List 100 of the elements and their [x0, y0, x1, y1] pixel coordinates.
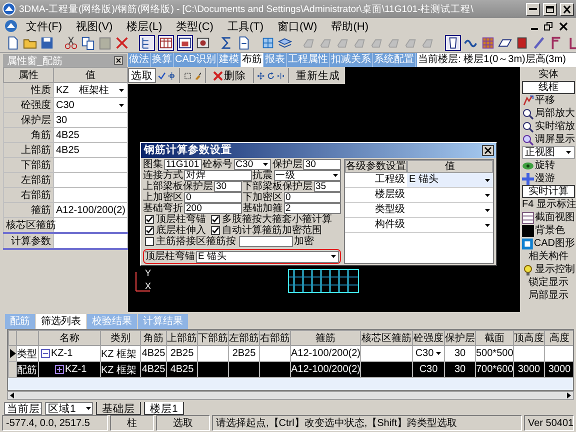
toggle-button[interactable]: 线框 [522, 81, 575, 94]
region-dropdown[interactable]: 区域1 [45, 402, 93, 415]
tool-item[interactable]: 显示控制 [522, 263, 575, 276]
scope-dropdown[interactable]: 当前层 [4, 402, 42, 415]
tool-item[interactable]: F4 显示标注 [522, 198, 575, 211]
property-value[interactable]: A12-100/200(2) [54, 202, 128, 218]
box-icon[interactable] [515, 36, 529, 50]
level-name[interactable]: 楼层级 [375, 189, 405, 201]
menu-item[interactable]: 类型(C) [170, 18, 220, 34]
floor-tab[interactable]: 楼层1 [144, 402, 184, 415]
property-dropdown[interactable]: KZ 框架柱 [54, 82, 128, 98]
close-icon[interactable] [559, 22, 568, 30]
tool-item[interactable]: 截面视图 [522, 211, 575, 224]
checkbox[interactable]: 主筋搭接区箍筋按 [143, 236, 236, 247]
tool-item[interactable]: 背景色 [522, 224, 575, 237]
maximize-button[interactable] [543, 2, 557, 16]
menu-item[interactable]: 帮助(H) [325, 18, 374, 34]
level-value-dropdown[interactable]: E 锚头 [407, 173, 493, 187]
restore-icon[interactable] [544, 22, 553, 30]
tool-item[interactable]: CAD图形 [522, 237, 575, 250]
minimize-button[interactable] [526, 2, 540, 16]
input-field[interactable]: 30 [303, 159, 341, 170]
table-icon[interactable] [159, 36, 173, 50]
save-icon[interactable] [40, 36, 54, 50]
menu-item[interactable]: 视图(V) [70, 18, 119, 34]
menu-item[interactable]: 文件(F) [20, 18, 68, 34]
checkbox[interactable]: 多肢箍按大箍套小箍计算 [209, 214, 332, 225]
tool-item[interactable]: 漫游 [522, 172, 575, 185]
expand-icon[interactable] [55, 365, 64, 374]
dropdown-field[interactable]: 一级 [274, 170, 341, 181]
brush-icon[interactable] [194, 70, 202, 82]
property-name[interactable]: 砼强度 [4, 98, 54, 112]
input-field[interactable]: 0 [184, 192, 242, 203]
property-name[interactable]: 性质 [4, 82, 54, 98]
input-field[interactable]: 0 [284, 192, 341, 203]
scissors-icon[interactable] [64, 36, 78, 50]
property-value[interactable]: 4B25 [54, 142, 128, 158]
minimize-icon[interactable] [531, 28, 538, 30]
property-value[interactable]: 4B25 [54, 128, 128, 142]
property-name[interactable]: 箍筋 [4, 202, 54, 218]
input-field[interactable]: 35 [314, 181, 341, 192]
checkbox[interactable]: 顶层柱弯锚 [143, 214, 206, 225]
checkbox[interactable]: 自动计算箍筋加密范围 [209, 225, 322, 236]
app-logo-icon[interactable] [4, 19, 18, 33]
document-icon[interactable] [6, 36, 20, 50]
clipboard-icon[interactable] [98, 36, 112, 50]
property-name[interactable]: 计算参数 [4, 233, 54, 249]
input-field[interactable] [239, 236, 293, 247]
input-field[interactable]: 2 [284, 203, 341, 214]
dropdown-field[interactable]: 11G101 [164, 159, 202, 170]
property-value[interactable]: 30 [54, 112, 128, 128]
toggle-button[interactable]: 实时计算 [522, 185, 575, 198]
level-name[interactable]: 类型级 [375, 204, 405, 216]
property-dropdown[interactable]: C30 [54, 98, 128, 112]
view-dropdown[interactable]: 正视图 [522, 146, 575, 159]
tool-item[interactable]: 局部放大 [522, 107, 575, 120]
menu-item[interactable]: 工具(T) [221, 18, 270, 34]
grid-icon[interactable] [261, 36, 275, 50]
property-name[interactable]: 上部筋 [4, 142, 54, 158]
tool-item[interactable]: 调屏显示 [522, 133, 575, 146]
close-icon[interactable] [482, 145, 494, 156]
tool-item[interactable]: 实时缩放 [522, 120, 575, 133]
property-name[interactable]: 左部筋 [4, 172, 54, 188]
input-field[interactable]: 对焊 [184, 170, 252, 181]
property-name[interactable]: 右部筋 [4, 188, 54, 202]
layers-icon[interactable] [278, 36, 292, 50]
property-name[interactable]: 保护层 [4, 112, 54, 128]
level-name[interactable]: 构件级 [375, 219, 405, 231]
property-name[interactable]: 角筋 [4, 128, 54, 142]
level-name[interactable]: 工程级 [375, 174, 405, 186]
checkbox[interactable]: 底层柱伸入 [143, 225, 206, 236]
grid-icon[interactable] [481, 36, 495, 50]
delete-icon[interactable] [115, 36, 129, 50]
horizontal-scrollbar[interactable] [7, 391, 574, 400]
crosshair-icon[interactable] [168, 70, 176, 82]
move-arrows-icon[interactable] [257, 70, 266, 82]
menu-item[interactable]: 楼层(L) [120, 18, 168, 34]
dropdown-field[interactable]: E 锚头 [196, 250, 339, 262]
select-button[interactable]: 选取 [128, 68, 156, 83]
input-field[interactable]: 200 [184, 203, 242, 214]
module-tab[interactable]: 布筋 [241, 53, 264, 67]
floor-tab[interactable]: 基础层 [96, 402, 141, 415]
close-icon[interactable] [114, 56, 123, 65]
document-icon[interactable] [237, 36, 251, 50]
row-header[interactable] [8, 346, 16, 362]
collapse-icon[interactable] [41, 349, 50, 358]
tool-item[interactable]: 平移 [522, 94, 575, 107]
dropdown-field[interactable]: C30 [234, 159, 272, 170]
close-button[interactable] [560, 2, 574, 16]
window-icon[interactable] [178, 36, 192, 50]
check-icon[interactable] [158, 70, 166, 82]
image-icon[interactable] [196, 36, 210, 50]
menu-item[interactable]: 窗口(W) [272, 18, 324, 34]
property-name[interactable]: 下部筋 [4, 158, 54, 172]
axis-label: Y [145, 268, 152, 278]
panel-tab[interactable]: 筛选列表 [36, 314, 86, 329]
input-field[interactable]: 30 [214, 181, 242, 192]
tool-item[interactable]: 旋转 [522, 159, 575, 172]
copy-icon[interactable] [81, 36, 95, 50]
pen-icon[interactable] [532, 36, 546, 50]
